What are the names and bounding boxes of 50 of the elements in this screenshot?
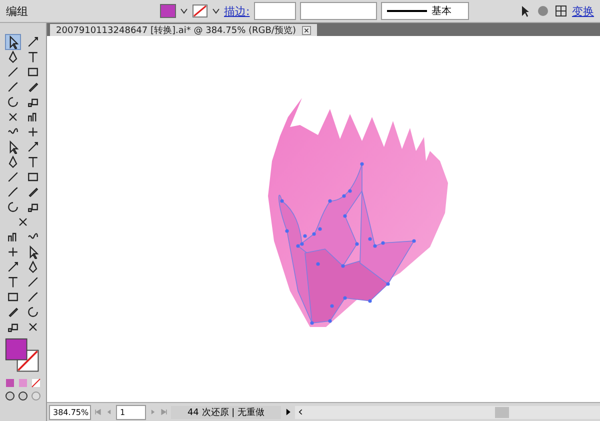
no-stroke-swatch-icon[interactable] xyxy=(192,4,208,18)
page-dropdown[interactable]: 1 xyxy=(116,404,146,420)
zoom-dropdown[interactable]: 384.75% xyxy=(49,404,91,420)
tool-icon[interactable] xyxy=(6,185,20,199)
transform-link[interactable]: 变换 xyxy=(572,4,594,18)
tool-icon[interactable] xyxy=(26,65,40,79)
stroke-profile-label: 基本 xyxy=(432,4,452,18)
tool-icon[interactable] xyxy=(26,35,40,49)
none-mode-icon[interactable] xyxy=(31,378,41,388)
tool-icon[interactable] xyxy=(26,275,40,289)
tool-icon[interactable] xyxy=(6,305,20,319)
tool-icon[interactable] xyxy=(26,50,40,64)
variable-width-field[interactable] xyxy=(300,2,377,20)
document-title: 2007910113248647 [转换].ai* @ 384.75% (RGB/预览) xyxy=(56,24,296,36)
tool-icon[interactable] xyxy=(26,185,40,199)
stroke-profile-dropdown[interactable]: 基本 xyxy=(380,2,469,20)
stroke-weight-field[interactable] xyxy=(254,2,296,20)
tool-icon[interactable] xyxy=(6,155,20,169)
tool-icon[interactable] xyxy=(26,260,40,274)
tool-icon[interactable] xyxy=(6,95,20,109)
grid-icon[interactable] xyxy=(554,4,568,18)
tool-icon[interactable] xyxy=(26,305,40,319)
tool-icon[interactable] xyxy=(6,245,20,259)
fill-color-swatch[interactable] xyxy=(160,4,176,18)
history-status: 44 次还原 | 无重做 xyxy=(171,406,281,418)
tool-icon[interactable] xyxy=(26,155,40,169)
tool-icon[interactable] xyxy=(6,80,20,94)
status-menu-arrow-icon[interactable] xyxy=(284,408,292,416)
tool-icon[interactable] xyxy=(26,125,40,139)
close-icon[interactable] xyxy=(302,26,311,34)
tool-icon[interactable] xyxy=(26,80,40,94)
tool-icon[interactable] xyxy=(6,35,20,49)
scrollbar-thumb[interactable] xyxy=(495,406,509,418)
tool-icon[interactable] xyxy=(26,170,40,184)
tool-icon[interactable] xyxy=(6,50,20,64)
document-tab[interactable]: 2007910113248647 [转换].ai* @ 384.75% (RGB/预览) xyxy=(50,24,317,36)
horizontal-scrollbar[interactable] xyxy=(295,406,600,418)
selection-label: 编组 xyxy=(6,4,29,18)
tool-icon[interactable] xyxy=(26,290,40,304)
tool-icon[interactable] xyxy=(6,65,20,79)
tool-icon[interactable] xyxy=(26,140,40,154)
tool-icon[interactable] xyxy=(6,275,20,289)
color-mode-icon[interactable] xyxy=(5,378,15,388)
stroke-line-icon xyxy=(384,9,429,13)
tool-icon[interactable] xyxy=(6,290,20,304)
tool-icon[interactable] xyxy=(6,200,20,214)
tool-icon[interactable] xyxy=(6,170,20,184)
tool-icon[interactable] xyxy=(6,260,20,274)
scroll-left-icon[interactable] xyxy=(297,408,305,416)
stroke-link[interactable]: 描边: xyxy=(224,4,250,18)
